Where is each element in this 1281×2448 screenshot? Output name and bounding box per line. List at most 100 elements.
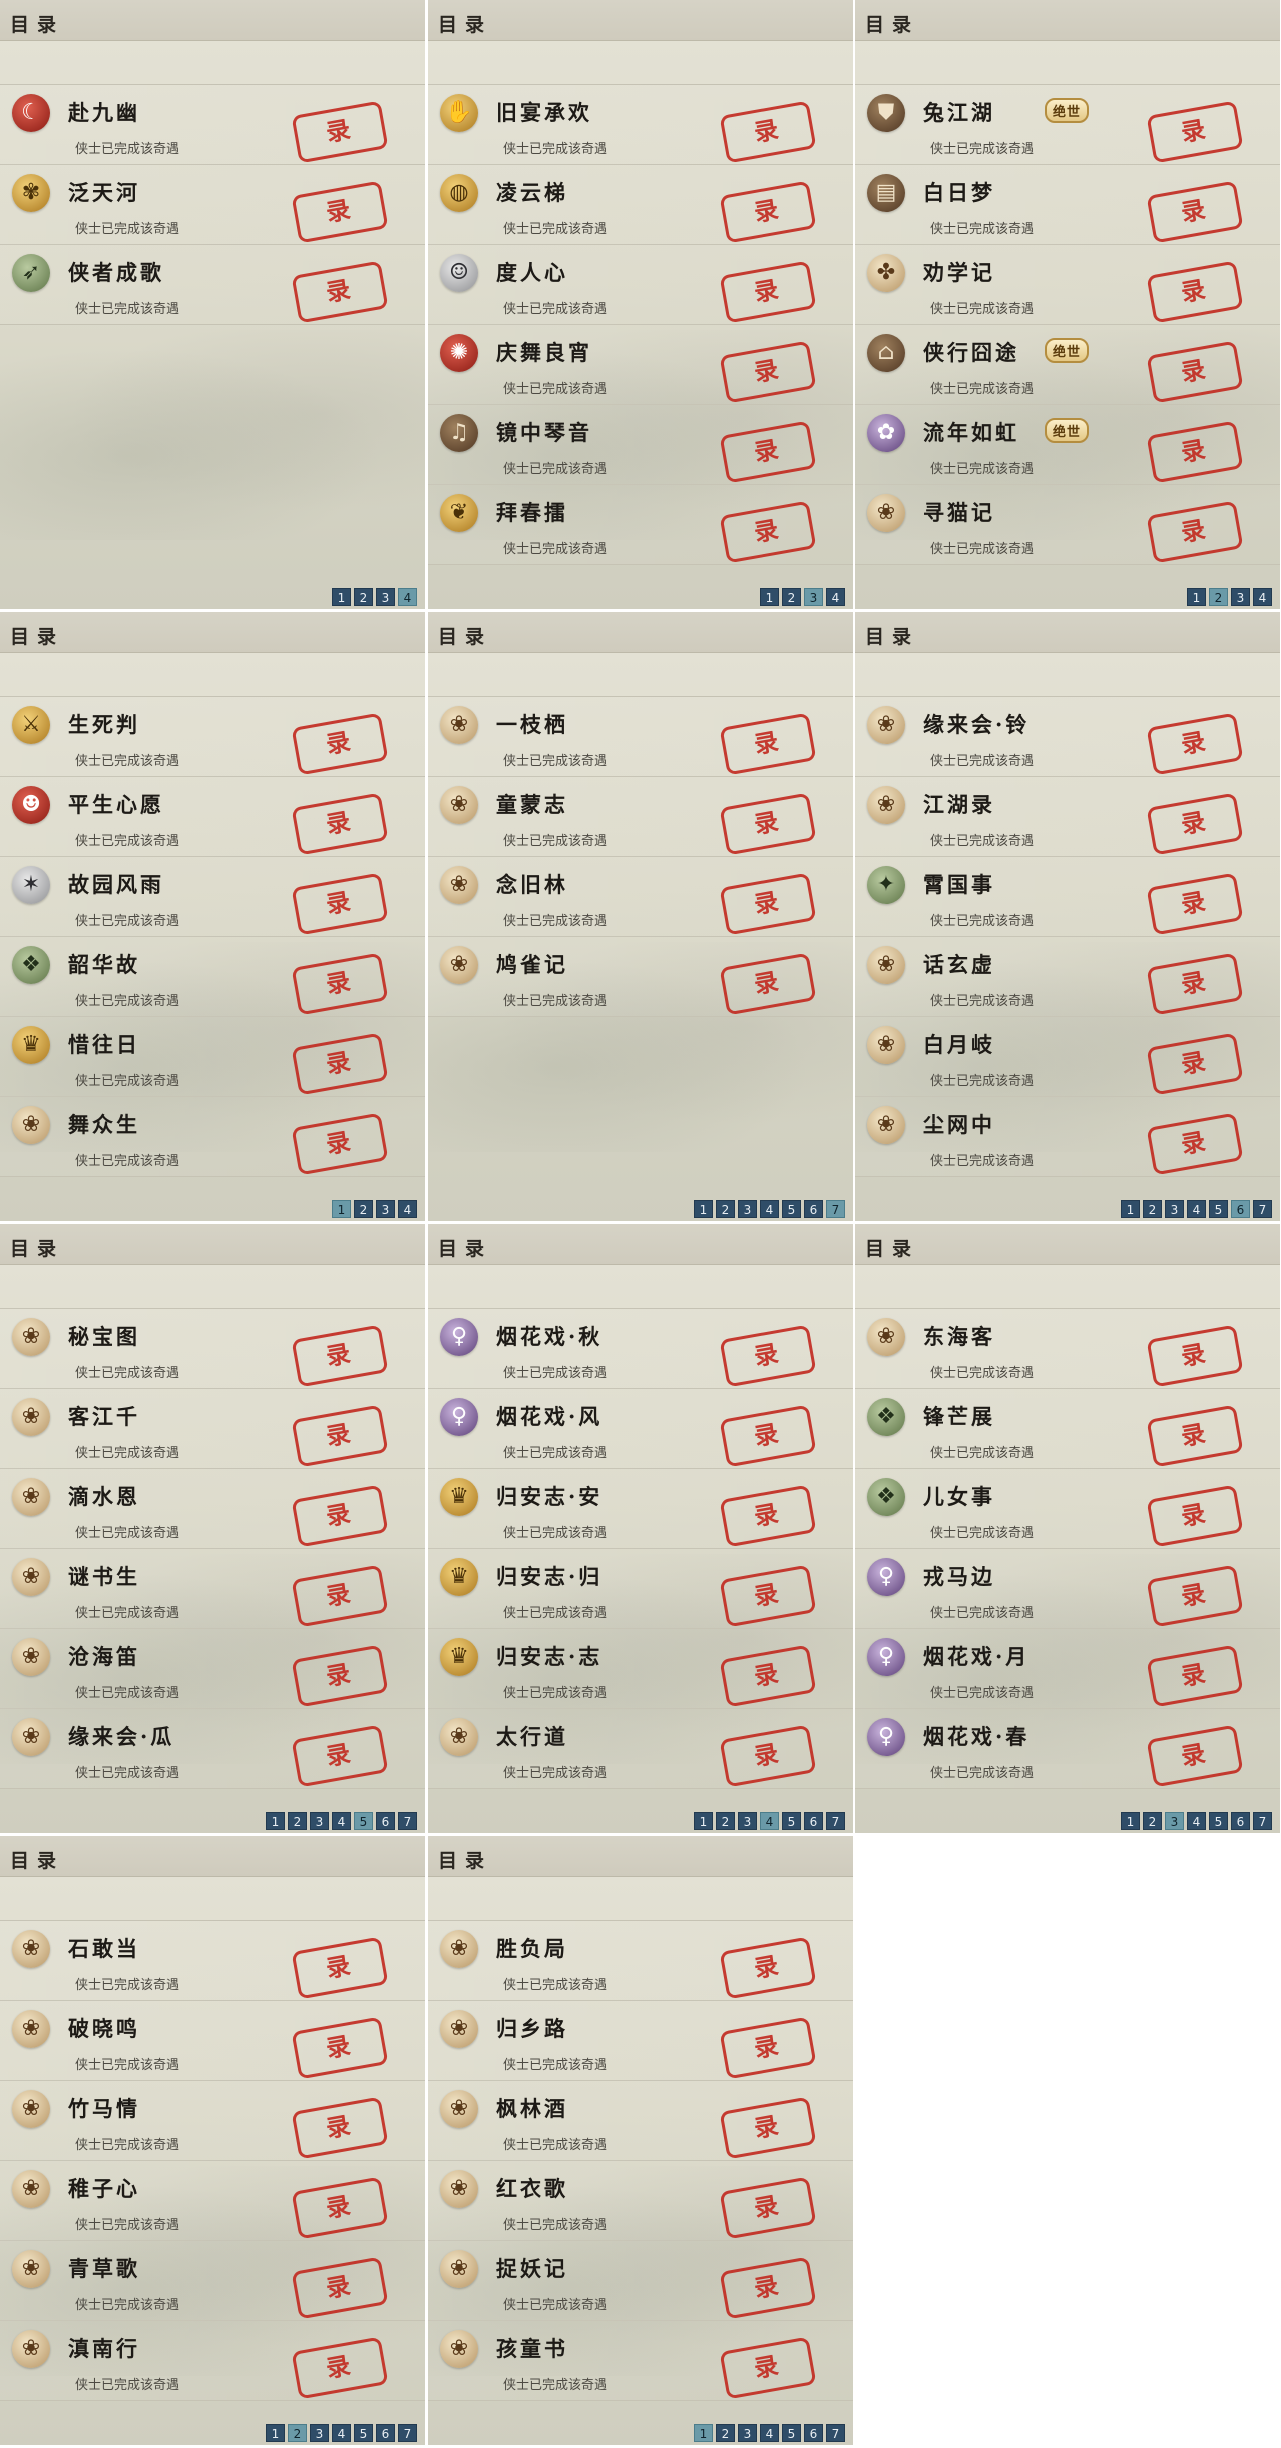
adventure-entry[interactable]: ❀ 童蒙志 侠士已完成该奇遇 录 (428, 776, 853, 857)
adventure-entry[interactable]: ❖ 儿女事 侠士已完成该奇遇 录 (855, 1468, 1280, 1549)
adventure-entry[interactable]: ❀ 归乡路 侠士已完成该奇遇 录 (428, 2000, 853, 2081)
page-button[interactable]: 4 (1187, 1812, 1206, 1830)
adventure-entry[interactable]: ✶ 故园风雨 侠士已完成该奇遇 录 (0, 856, 425, 937)
adventure-entry[interactable]: ❀ 客江千 侠士已完成该奇遇 录 (0, 1388, 425, 1469)
adventure-entry[interactable]: ✺ 庆舞良宵 侠士已完成该奇遇 录 (428, 324, 853, 405)
adventure-entry[interactable]: ❀ 捉妖记 侠士已完成该奇遇 录 (428, 2240, 853, 2321)
adventure-entry[interactable]: ☻ 平生心愿 侠士已完成该奇遇 录 (0, 776, 425, 857)
adventure-entry[interactable]: ⌂ 侠行囧途 绝世 侠士已完成该奇遇 录 (855, 324, 1280, 405)
page-button[interactable]: 2 (716, 2424, 735, 2442)
page-button[interactable]: 5 (354, 2424, 373, 2442)
adventure-entry[interactable]: ➶ 侠者成歌 侠士已完成该奇遇 录 (0, 244, 425, 325)
page-button[interactable]: 1 (694, 1812, 713, 1830)
adventure-entry[interactable]: ♛ 归安志·归 侠士已完成该奇遇 录 (428, 1548, 853, 1629)
page-button[interactable]: 1 (266, 1812, 285, 1830)
page-button[interactable]: 6 (804, 1812, 823, 1830)
page-button[interactable]: 7 (1253, 1812, 1272, 1830)
page-button[interactable]: 4 (760, 1200, 779, 1218)
page-button[interactable]: 3 (738, 2424, 757, 2442)
adventure-entry[interactable]: ❖ 锋芒展 侠士已完成该奇遇 录 (855, 1388, 1280, 1469)
adventure-entry[interactable]: ❀ 石敢当 侠士已完成该奇遇 录 (0, 1920, 425, 2001)
adventure-entry[interactable]: ❀ 白月岐 侠士已完成该奇遇 录 (855, 1016, 1280, 1097)
page-button[interactable]: 4 (1187, 1200, 1206, 1218)
page-button[interactable]: 4 (1253, 588, 1272, 606)
page-button[interactable]: 3 (376, 588, 395, 606)
adventure-entry[interactable]: ❀ 话玄虚 侠士已完成该奇遇 录 (855, 936, 1280, 1017)
page-button[interactable]: 3 (1165, 1200, 1184, 1218)
page-button[interactable]: 3 (1165, 1812, 1184, 1830)
page-button[interactable]: 1 (1187, 588, 1206, 606)
adventure-entry[interactable]: ♀ 烟花戏·月 侠士已完成该奇遇 录 (855, 1628, 1280, 1709)
adventure-entry[interactable]: ♀ 戎马边 侠士已完成该奇遇 录 (855, 1548, 1280, 1629)
page-button[interactable]: 2 (1143, 1200, 1162, 1218)
page-button[interactable]: 6 (376, 1812, 395, 1830)
page-button[interactable]: 7 (1253, 1200, 1272, 1218)
page-button[interactable]: 7 (826, 1200, 845, 1218)
page-button[interactable]: 1 (694, 1200, 713, 1218)
page-button[interactable]: 5 (1209, 1812, 1228, 1830)
page-button[interactable]: 6 (376, 2424, 395, 2442)
adventure-entry[interactable]: ❀ 寻猫记 侠士已完成该奇遇 录 (855, 484, 1280, 565)
page-button[interactable]: 2 (288, 1812, 307, 1830)
page-button[interactable]: 2 (288, 2424, 307, 2442)
adventure-entry[interactable]: ❀ 太行道 侠士已完成该奇遇 录 (428, 1708, 853, 1789)
page-button[interactable]: 5 (1209, 1200, 1228, 1218)
page-button[interactable]: 6 (1231, 1812, 1250, 1830)
page-button[interactable]: 2 (1209, 588, 1228, 606)
adventure-entry[interactable]: ❀ 胜负局 侠士已完成该奇遇 录 (428, 1920, 853, 2001)
adventure-entry[interactable]: ❀ 江湖录 侠士已完成该奇遇 录 (855, 776, 1280, 857)
adventure-entry[interactable]: ❀ 鸠雀记 侠士已完成该奇遇 录 (428, 936, 853, 1017)
adventure-entry[interactable]: ☾ 赴九幽 侠士已完成该奇遇 录 (0, 84, 425, 165)
adventure-entry[interactable]: ❀ 缘来会·瓜 侠士已完成该奇遇 录 (0, 1708, 425, 1789)
adventure-entry[interactable]: ❀ 秘宝图 侠士已完成该奇遇 录 (0, 1308, 425, 1389)
adventure-entry[interactable]: ❀ 东海客 侠士已完成该奇遇 录 (855, 1308, 1280, 1389)
page-button[interactable]: 1 (332, 588, 351, 606)
page-button[interactable]: 1 (760, 588, 779, 606)
adventure-entry[interactable]: ❀ 滇南行 侠士已完成该奇遇 录 (0, 2320, 425, 2401)
adventure-entry[interactable]: ✦ 霄国事 侠士已完成该奇遇 录 (855, 856, 1280, 937)
page-button[interactable]: 6 (804, 2424, 823, 2442)
adventure-entry[interactable]: ❖ 韶华故 侠士已完成该奇遇 录 (0, 936, 425, 1017)
page-button[interactable]: 2 (716, 1200, 735, 1218)
adventure-entry[interactable]: ❀ 舞众生 侠士已完成该奇遇 录 (0, 1096, 425, 1177)
page-button[interactable]: 7 (826, 2424, 845, 2442)
adventure-entry[interactable]: ❀ 破晓鸣 侠士已完成该奇遇 录 (0, 2000, 425, 2081)
page-button[interactable]: 4 (760, 1812, 779, 1830)
page-button[interactable]: 1 (694, 2424, 713, 2442)
page-button[interactable]: 2 (782, 588, 801, 606)
adventure-entry[interactable]: ❀ 尘网中 侠士已完成该奇遇 录 (855, 1096, 1280, 1177)
page-button[interactable]: 5 (354, 1812, 373, 1830)
page-button[interactable]: 7 (826, 1812, 845, 1830)
page-button[interactable]: 2 (1143, 1812, 1162, 1830)
adventure-entry[interactable]: ⚔ 生死判 侠士已完成该奇遇 录 (0, 696, 425, 777)
page-button[interactable]: 6 (1231, 1200, 1250, 1218)
adventure-entry[interactable]: ❀ 竹马情 侠士已完成该奇遇 录 (0, 2080, 425, 2161)
page-button[interactable]: 1 (266, 2424, 285, 2442)
adventure-entry[interactable]: ♀ 烟花戏·秋 侠士已完成该奇遇 录 (428, 1308, 853, 1389)
page-button[interactable]: 2 (354, 1200, 373, 1218)
page-button[interactable]: 3 (804, 588, 823, 606)
page-button[interactable]: 1 (332, 1200, 351, 1218)
adventure-entry[interactable]: ❀ 滴水恩 侠士已完成该奇遇 录 (0, 1468, 425, 1549)
adventure-entry[interactable]: ⛊ 兔江湖 绝世 侠士已完成该奇遇 录 (855, 84, 1280, 165)
adventure-entry[interactable]: ❀ 枫林酒 侠士已完成该奇遇 录 (428, 2080, 853, 2161)
page-button[interactable]: 4 (398, 1200, 417, 1218)
adventure-entry[interactable]: ❀ 一枝栖 侠士已完成该奇遇 录 (428, 696, 853, 777)
page-button[interactable]: 3 (1231, 588, 1250, 606)
page-button[interactable]: 4 (398, 588, 417, 606)
adventure-entry[interactable]: ▤ 白日梦 侠士已完成该奇遇 录 (855, 164, 1280, 245)
adventure-entry[interactable]: ♀ 烟花戏·风 侠士已完成该奇遇 录 (428, 1388, 853, 1469)
page-button[interactable]: 3 (310, 1812, 329, 1830)
page-button[interactable]: 4 (332, 2424, 351, 2442)
adventure-entry[interactable]: ♛ 归安志·志 侠士已完成该奇遇 录 (428, 1628, 853, 1709)
adventure-entry[interactable]: ❀ 缘来会·铃 侠士已完成该奇遇 录 (855, 696, 1280, 777)
adventure-entry[interactable]: ☺ 度人心 侠士已完成该奇遇 录 (428, 244, 853, 325)
page-button[interactable]: 2 (716, 1812, 735, 1830)
page-button[interactable]: 4 (760, 2424, 779, 2442)
adventure-entry[interactable]: ❀ 孩童书 侠士已完成该奇遇 录 (428, 2320, 853, 2401)
page-button[interactable]: 3 (738, 1812, 757, 1830)
page-button[interactable]: 5 (782, 2424, 801, 2442)
page-button[interactable]: 5 (782, 1200, 801, 1218)
adventure-entry[interactable]: ✿ 流年如虹 绝世 侠士已完成该奇遇 录 (855, 404, 1280, 485)
page-button[interactable]: 1 (1121, 1812, 1140, 1830)
